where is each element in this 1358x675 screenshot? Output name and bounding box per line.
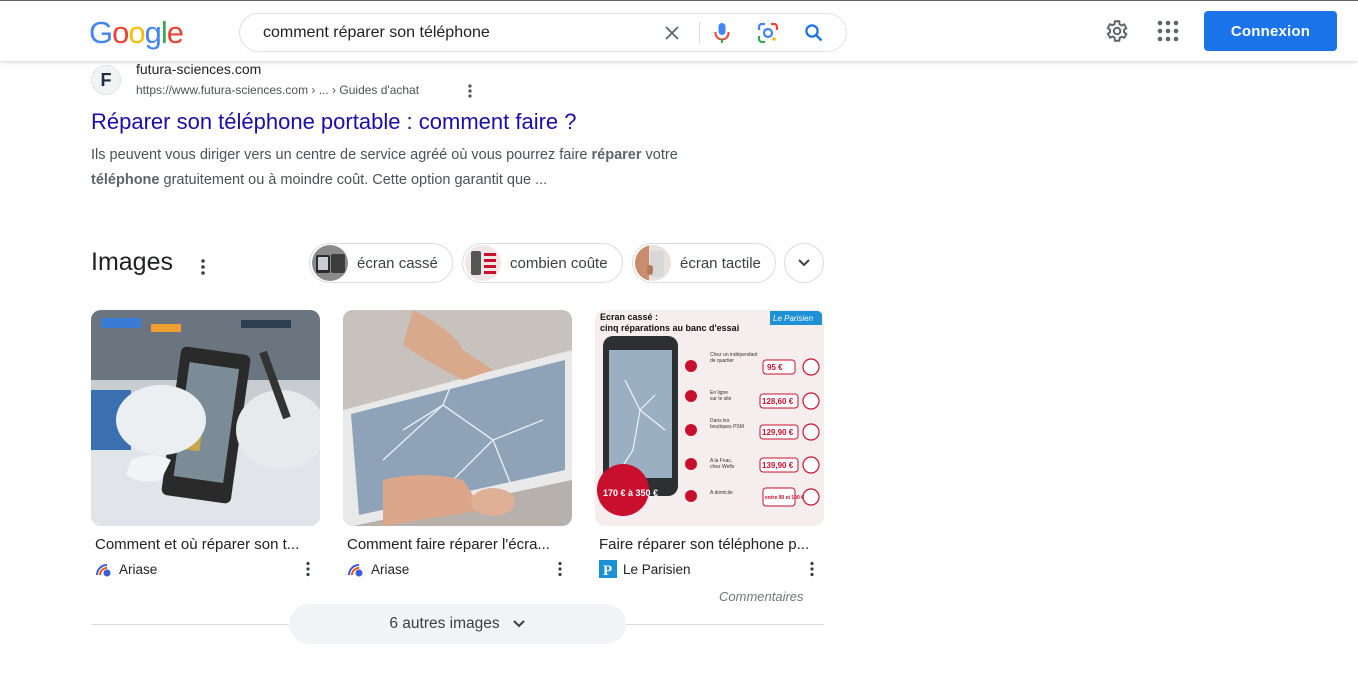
chip-thumbnail — [635, 245, 671, 281]
search-box — [239, 13, 847, 52]
more-options-icon[interactable] — [806, 560, 818, 578]
more-options-icon[interactable] — [464, 82, 476, 100]
snippet-bold: réparer — [591, 147, 642, 163]
svg-text:de quartier: de quartier — [710, 358, 734, 364]
logo-letter: o — [128, 15, 145, 50]
infographic-badge: 170 € à 350 € — [603, 488, 658, 498]
search-divider — [699, 22, 700, 44]
top-bar: Google comment réparer son téléphone Con… — [0, 0, 1358, 61]
chevron-down-icon — [512, 620, 525, 628]
image-source[interactable]: P Le Parisien — [599, 560, 691, 578]
image-caption[interactable]: Comment faire réparer l'écra... — [347, 536, 567, 553]
svg-text:chez Wefix: chez Wefix — [710, 464, 735, 470]
source-name: Ariase — [371, 561, 410, 577]
result-title-link[interactable]: Réparer son téléphone portable : comment… — [91, 109, 577, 135]
image-card: Comment faire réparer l'écra... Ariase — [343, 310, 572, 577]
infographic-price: 139,90 € — [762, 461, 794, 470]
image-thumbnail[interactable] — [343, 310, 572, 526]
google-logo[interactable]: Google — [89, 15, 184, 51]
logo-letter: o — [112, 15, 129, 50]
chip-thumbnail — [465, 245, 501, 281]
images-more-icon[interactable] — [197, 257, 209, 277]
snippet-text: Ils peuvent vous diriger vers un centre … — [91, 147, 592, 163]
settings-gear-icon[interactable] — [1103, 18, 1129, 44]
source-name: Ariase — [119, 561, 158, 577]
snippet-bold: téléphone — [91, 172, 160, 188]
expand-chips-button[interactable] — [784, 243, 824, 283]
google-lens-icon[interactable] — [756, 21, 780, 45]
image-source[interactable]: Ariase — [347, 560, 409, 578]
search-icon[interactable] — [802, 21, 826, 45]
more-options-icon[interactable] — [554, 560, 566, 578]
infographic-price: 95 € — [767, 363, 783, 372]
infographic-brand: Le Parisien — [773, 314, 814, 323]
image-card: Ecran cassé : cinq réparations au banc d… — [595, 310, 824, 578]
chip-label: écran tactile — [680, 254, 761, 272]
chip-combien-coute[interactable]: combien coûte — [462, 243, 623, 283]
chip-thumbnail — [312, 245, 348, 281]
result-snippet: Ils peuvent vous diriger vers un centre … — [91, 143, 751, 193]
more-images-button[interactable]: 6 autres images — [289, 604, 626, 644]
ariase-logo-icon — [348, 564, 363, 577]
logo-letter: e — [166, 15, 184, 50]
source-name: Le Parisien — [623, 561, 691, 577]
search-result: F futura-sciences.com https://www.futura… — [91, 60, 751, 188]
infographic-title: Ecran cassé : — [600, 312, 658, 322]
search-input[interactable] — [263, 22, 663, 44]
images-heading: Images — [91, 248, 173, 276]
site-name: futura-sciences.com — [136, 61, 262, 77]
image-card: Comment et où réparer son t... Ariase — [91, 310, 320, 577]
feedback-link[interactable]: Commentaires — [719, 589, 804, 604]
image-caption[interactable]: Comment et où réparer son t... — [95, 536, 315, 553]
infographic-price: entre 90 et 100 € — [765, 495, 804, 501]
logo-letter: g — [144, 15, 162, 50]
svg-text:P: P — [603, 563, 612, 578]
google-apps-icon[interactable] — [1157, 20, 1179, 42]
le-parisien-logo-icon: P — [599, 560, 617, 578]
chip-label: combien coûte — [510, 254, 608, 272]
result-source[interactable]: F futura-sciences.com https://www.futura… — [91, 60, 751, 102]
site-favicon: F — [91, 65, 121, 95]
clear-search-icon[interactable] — [660, 21, 684, 45]
image-thumbnail[interactable]: Ecran cassé : cinq réparations au banc d… — [595, 310, 824, 526]
chevron-down-icon — [798, 259, 810, 267]
logo-letter: G — [89, 15, 113, 50]
svg-text:A domicile: A domicile — [710, 490, 733, 496]
chip-ecran-casse[interactable]: écran cassé — [309, 243, 453, 283]
more-options-icon[interactable] — [302, 560, 314, 578]
more-images-label: 6 autres images — [389, 615, 500, 632]
favicon-letter: F — [100, 69, 112, 90]
snippet-text: gratuitement ou à moindre coût. Cette op… — [159, 172, 548, 188]
ariase-logo-icon — [96, 564, 111, 577]
microphone-icon[interactable] — [710, 21, 734, 45]
sign-in-button[interactable]: Connexion — [1204, 11, 1337, 51]
image-thumbnail[interactable] — [91, 310, 320, 526]
image-caption[interactable]: Faire réparer son téléphone p... — [599, 536, 819, 553]
chip-label: écran cassé — [357, 254, 438, 272]
infographic-price: 128,60 € — [762, 397, 794, 406]
svg-text:boutiques PSM: boutiques PSM — [710, 424, 744, 430]
infographic-subtitle: cinq réparations au banc d'essai — [600, 323, 739, 333]
chip-ecran-tactile[interactable]: écran tactile — [632, 243, 776, 283]
site-url: https://www.futura-sciences.com › ... › … — [136, 83, 420, 97]
snippet-text: votre — [641, 147, 678, 163]
image-source[interactable]: Ariase — [95, 560, 157, 578]
svg-text:sur le site: sur le site — [710, 396, 732, 402]
infographic-price: 129,90 € — [762, 428, 794, 437]
